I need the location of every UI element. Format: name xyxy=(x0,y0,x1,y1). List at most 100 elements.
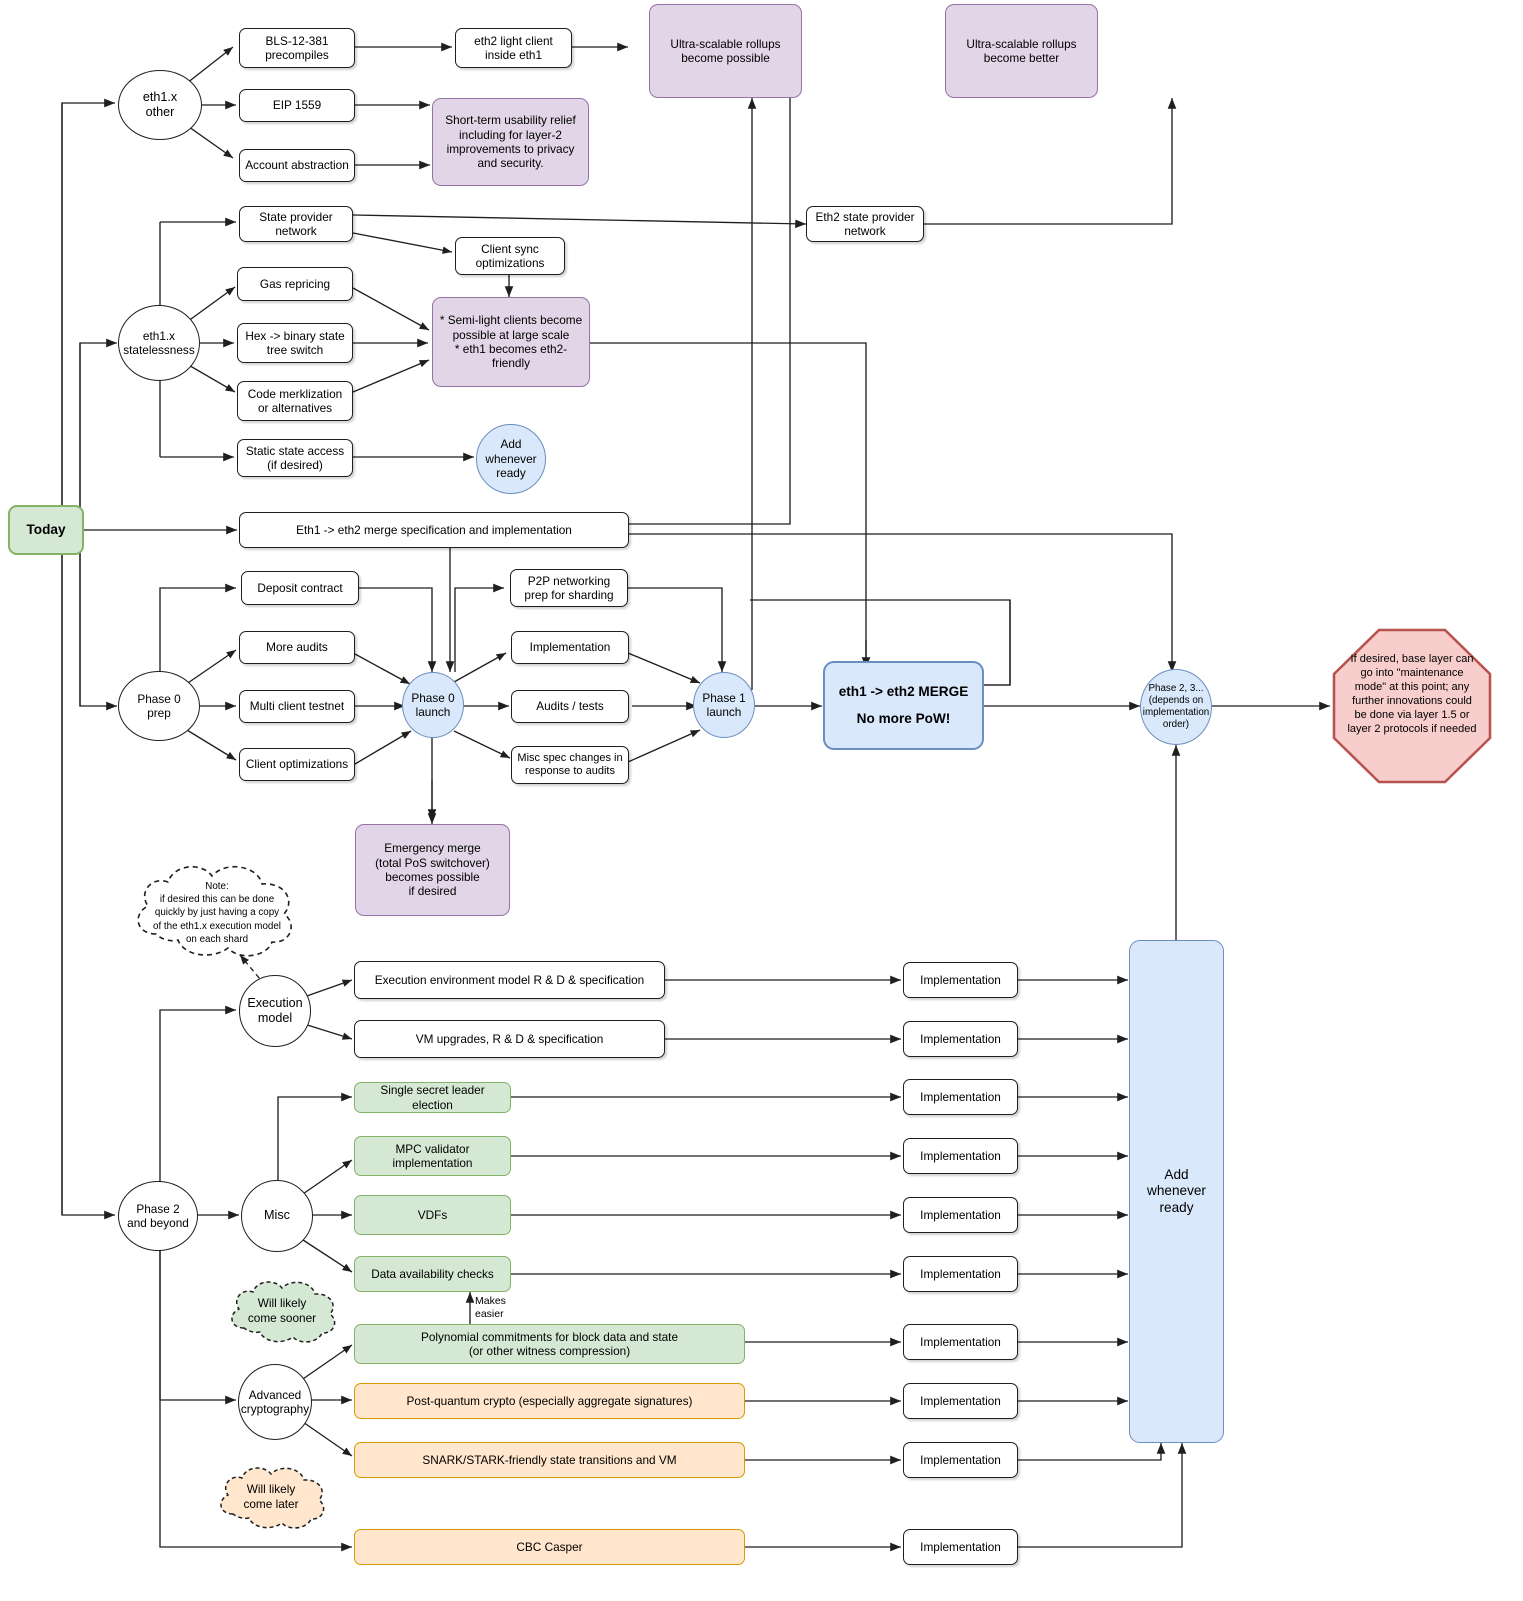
node-implementation-3[interactable]: Implementation xyxy=(903,1079,1018,1115)
node-exec-env-rd-label: Execution environment model R & D & spec… xyxy=(374,972,645,987)
node-vm-upgrades-label: VM upgrades, R & D & specification xyxy=(415,1031,604,1046)
node-deposit-contract-label: Deposit contract xyxy=(257,580,343,595)
node-bls-precompiles[interactable]: BLS-12-381 precompiles xyxy=(239,28,355,68)
node-ultra-rollups-better[interactable]: Ultra-scalable rollups become better xyxy=(945,4,1098,98)
node-snark-stark-label: SNARK/STARK-friendly state transitions a… xyxy=(422,1452,677,1467)
node-misc-spec-changes-label: Misc spec changes in response to audits xyxy=(517,751,623,777)
note-cloud: Note: if desired this can be done quickl… xyxy=(126,856,308,964)
node-misc[interactable]: Misc xyxy=(241,1180,313,1252)
node-implementation-9[interactable]: Implementation xyxy=(903,1442,1018,1478)
node-client-sync-optimizations[interactable]: Client sync optimizations xyxy=(455,237,565,275)
node-implementation-2[interactable]: Implementation xyxy=(903,1021,1018,1057)
node-misc-label: Misc xyxy=(264,1208,290,1223)
node-emergency-merge[interactable]: Emergency merge (total PoS switchover) b… xyxy=(355,824,510,916)
node-post-quantum-crypto-label: Post-quantum crypto (especially aggregat… xyxy=(406,1393,693,1408)
node-add-whenever-ready-top[interactable]: Add whenever ready xyxy=(476,424,546,494)
node-eth2-state-provider-network-label: Eth2 state provider network xyxy=(815,209,915,238)
node-ultra-rollups-better-label: Ultra-scalable rollups become better xyxy=(966,36,1077,65)
node-multi-client-testnet[interactable]: Multi client testnet xyxy=(239,690,355,723)
node-client-optimizations[interactable]: Client optimizations xyxy=(239,748,355,781)
node-polynomial-commitments-label: Polynomial commitments for block data an… xyxy=(420,1329,679,1358)
node-execution-model-label: Execution model xyxy=(247,995,303,1025)
node-short-term-relief[interactable]: Short-term usability relief including fo… xyxy=(432,98,589,186)
node-eth2-light-client[interactable]: eth2 light client inside eth1 xyxy=(455,28,572,68)
node-eth1x-other[interactable]: eth1.x other xyxy=(118,70,202,140)
node-vm-upgrades[interactable]: VM upgrades, R & D & specification xyxy=(354,1020,665,1058)
node-exec-env-rd[interactable]: Execution environment model R & D & spec… xyxy=(354,961,665,999)
node-today[interactable]: Today xyxy=(8,505,84,555)
node-eth1x-statelessness[interactable]: eth1.x statelessness xyxy=(118,305,200,381)
node-eth2-light-client-label: eth2 light client inside eth1 xyxy=(474,33,553,62)
cloud-will-come-sooner: Will likely come sooner xyxy=(224,1276,340,1348)
node-single-secret-leader-election[interactable]: Single secret leader election xyxy=(354,1082,511,1113)
node-hex-binary-state-tree-label: Hex -> binary state tree switch xyxy=(245,328,345,357)
node-deposit-contract[interactable]: Deposit contract xyxy=(241,571,359,605)
node-eth1-eth2-merge[interactable]: eth1 -> eth2 MERGE No more PoW! xyxy=(823,661,984,750)
node-implementation-6[interactable]: Implementation xyxy=(903,1256,1018,1292)
node-vdfs-label: VDFs xyxy=(417,1207,448,1222)
node-cbc-casper-label: CBC Casper xyxy=(516,1539,583,1554)
node-vdfs[interactable]: VDFs xyxy=(354,1195,511,1235)
node-account-abstraction-label: Account abstraction xyxy=(245,158,349,173)
node-phase0-launch[interactable]: Phase 0 launch xyxy=(402,672,464,738)
node-misc-spec-changes[interactable]: Misc spec changes in response to audits xyxy=(511,746,629,784)
node-account-abstraction[interactable]: Account abstraction xyxy=(239,149,355,182)
node-advanced-cryptography-label: Advanced cryptography xyxy=(240,1387,310,1416)
node-more-audits[interactable]: More audits xyxy=(239,631,355,664)
node-merge-spec[interactable]: Eth1 -> eth2 merge specification and imp… xyxy=(239,512,629,548)
node-implementation-phase1[interactable]: Implementation xyxy=(511,631,629,664)
node-today-label: Today xyxy=(26,521,66,537)
node-maintenance-mode[interactable]: If desired, base layer can go into "main… xyxy=(1332,628,1492,784)
node-phase-2-3[interactable]: Phase 2, 3... (depends on implementation… xyxy=(1140,669,1212,745)
node-merge-title: eth1 -> eth2 MERGE xyxy=(838,683,969,699)
node-implementation-7[interactable]: Implementation xyxy=(903,1324,1018,1360)
node-state-provider-network[interactable]: State provider network xyxy=(239,206,353,242)
node-implementation-10[interactable]: Implementation xyxy=(903,1529,1018,1565)
node-mpc-validator[interactable]: MPC validator implementation xyxy=(354,1136,511,1176)
node-semi-light-clients[interactable]: * Semi-light clients become possible at … xyxy=(432,297,590,387)
node-multi-client-testnet-label: Multi client testnet xyxy=(249,699,345,714)
node-cbc-casper[interactable]: CBC Casper xyxy=(354,1529,745,1565)
node-add-whenever-ready-bar[interactable]: Add whenever ready xyxy=(1129,940,1224,1443)
node-phase1-launch-label: Phase 1 launch xyxy=(702,690,746,719)
node-code-merklization[interactable]: Code merklization or alternatives xyxy=(237,381,353,421)
node-snark-stark[interactable]: SNARK/STARK-friendly state transitions a… xyxy=(354,1442,745,1478)
node-ultra-rollups-possible[interactable]: Ultra-scalable rollups become possible xyxy=(649,4,802,98)
node-p2p-networking-label: P2P networking prep for sharding xyxy=(524,573,614,602)
node-audits-tests[interactable]: Audits / tests xyxy=(511,690,629,723)
cloud-will-come-later: Will likely come later xyxy=(213,1462,329,1534)
node-phase0-prep[interactable]: Phase 0 prep xyxy=(118,671,200,741)
node-hex-binary-state-tree[interactable]: Hex -> binary state tree switch xyxy=(237,323,353,363)
node-client-optimizations-label: Client optimizations xyxy=(245,757,349,772)
node-implementation-1[interactable]: Implementation xyxy=(903,962,1018,998)
edge-label-makes-easier: Makes easier xyxy=(474,1295,507,1321)
node-code-merklization-label: Code merklization or alternatives xyxy=(247,386,343,415)
roadmap-diagram-canvas: Today eth1.x other BLS-12-381 precompile… xyxy=(0,0,1523,1601)
node-implementation-5[interactable]: Implementation xyxy=(903,1197,1018,1233)
node-eip-1559[interactable]: EIP 1559 xyxy=(239,89,355,122)
node-execution-model[interactable]: Execution model xyxy=(239,975,311,1047)
node-post-quantum-crypto[interactable]: Post-quantum crypto (especially aggregat… xyxy=(354,1383,745,1419)
node-state-provider-network-label: State provider network xyxy=(259,209,333,238)
node-phase0-prep-label: Phase 0 prep xyxy=(137,691,181,720)
note-cloud-label: Note: if desired this can be done quickl… xyxy=(153,881,281,945)
node-phase2-and-beyond[interactable]: Phase 2 and beyond xyxy=(118,1181,198,1251)
node-phase0-launch-label: Phase 0 launch xyxy=(411,690,455,719)
node-polynomial-commitments[interactable]: Polynomial commitments for block data an… xyxy=(354,1324,745,1364)
node-mpc-validator-label: MPC validator implementation xyxy=(392,1141,473,1170)
node-p2p-networking[interactable]: P2P networking prep for sharding xyxy=(510,569,628,607)
node-data-availability-checks[interactable]: Data availability checks xyxy=(354,1256,511,1292)
node-implementation-4[interactable]: Implementation xyxy=(903,1138,1018,1174)
node-advanced-cryptography[interactable]: Advanced cryptography xyxy=(238,1364,312,1440)
node-ultra-rollups-possible-label: Ultra-scalable rollups become possible xyxy=(670,36,781,65)
edge-layer xyxy=(61,42,1330,1552)
node-implementation-8[interactable]: Implementation xyxy=(903,1383,1018,1419)
node-static-state-access-label: Static state access (if desired) xyxy=(245,443,345,472)
node-gas-repricing-label: Gas repricing xyxy=(259,276,331,291)
node-static-state-access[interactable]: Static state access (if desired) xyxy=(237,439,353,477)
node-gas-repricing[interactable]: Gas repricing xyxy=(237,267,353,301)
node-semi-light-clients-label: * Semi-light clients become possible at … xyxy=(439,313,583,371)
node-phase1-launch[interactable]: Phase 1 launch xyxy=(693,672,755,738)
node-eip-1559-label: EIP 1559 xyxy=(272,98,322,113)
node-eth2-state-provider-network[interactable]: Eth2 state provider network xyxy=(806,206,924,242)
